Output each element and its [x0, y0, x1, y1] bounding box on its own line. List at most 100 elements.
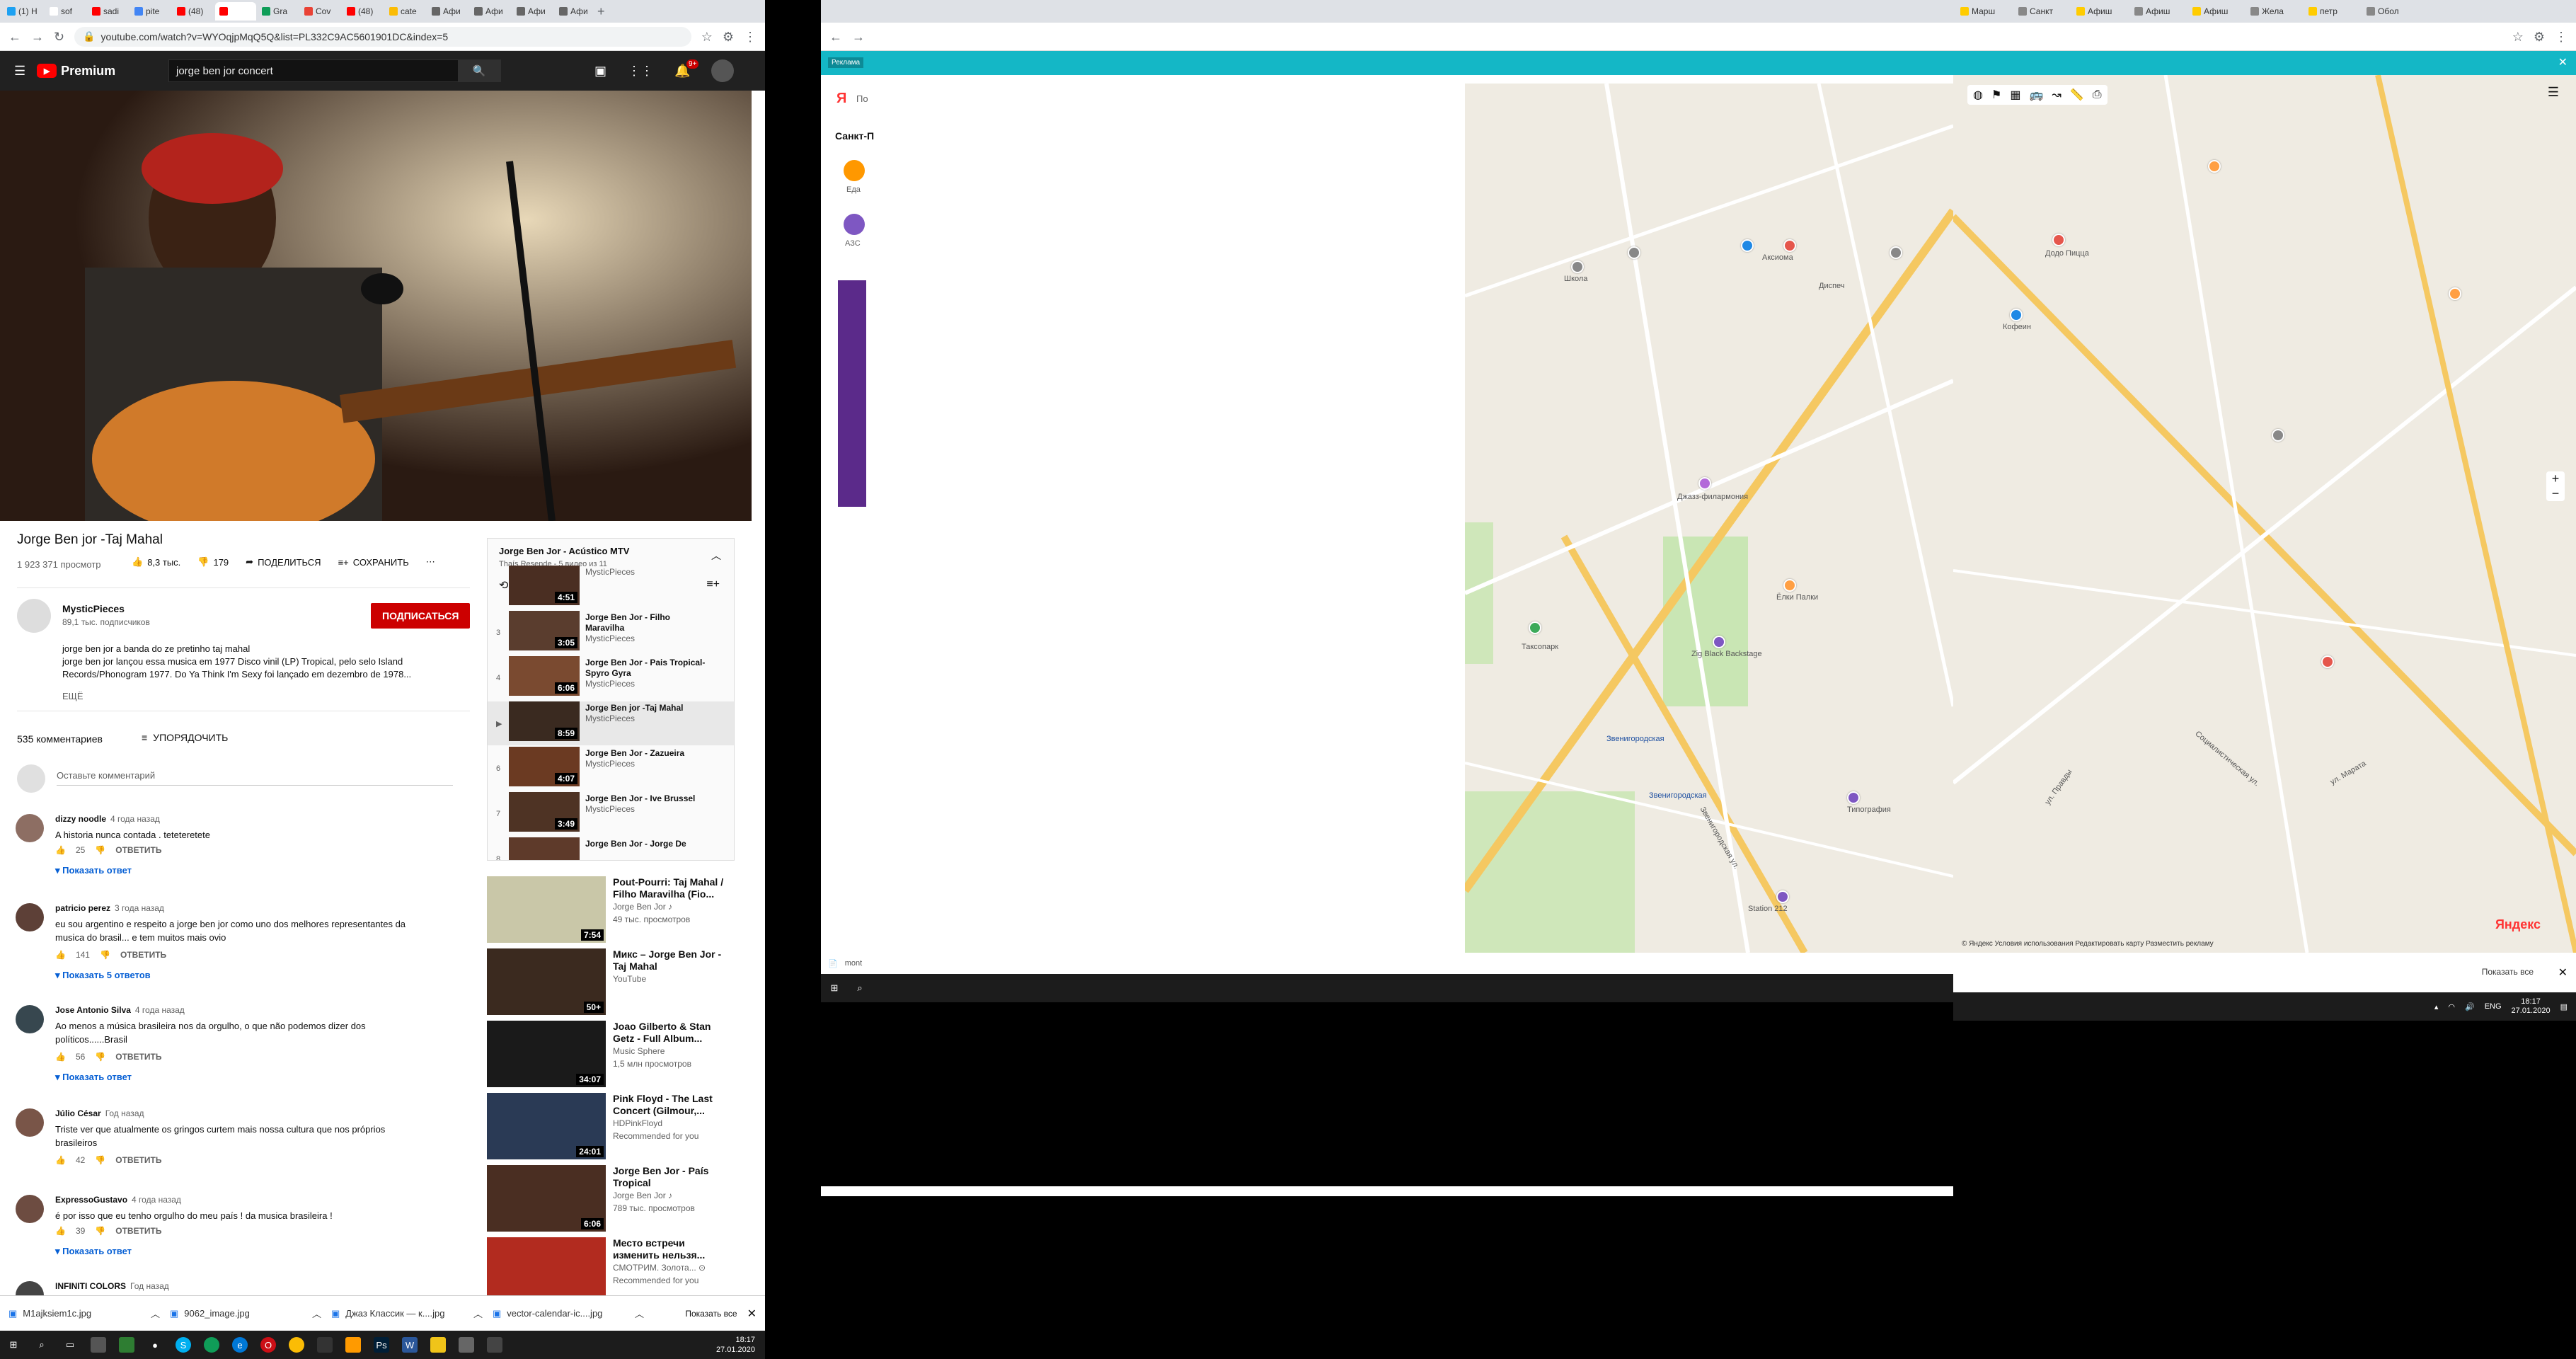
reply-button[interactable]: ОТВЕТИТЬ	[115, 1226, 161, 1236]
close-downloads-icon[interactable]: ✕	[2558, 965, 2568, 980]
app-icon[interactable]	[317, 1337, 333, 1353]
comment-author[interactable]: patricio perez	[55, 903, 110, 913]
browser-tab[interactable]: Санкт	[2014, 2, 2071, 21]
share-button[interactable]: ➦ ПОДЕЛИТЬСЯ	[246, 556, 321, 568]
search-input[interactable]: jorge ben jor concert 🔍	[168, 59, 501, 82]
poi-marker[interactable]	[1698, 477, 1711, 490]
download-item[interactable]: ▣ Джаз Классик — к....jpg ︿	[331, 1307, 483, 1320]
subscribe-button[interactable]: ПОДПИСАТЬСЯ	[371, 603, 471, 629]
browser-tab[interactable]: (48)	[343, 2, 384, 21]
photoshop-icon[interactable]: Ps	[374, 1337, 389, 1353]
commenter-avatar[interactable]	[16, 903, 44, 931]
browser-tab[interactable]: Афиш	[2188, 2, 2245, 21]
comment-author[interactable]: dizzy noodle	[55, 814, 106, 824]
chevron-up-icon[interactable]: ︿	[312, 1307, 321, 1320]
video-thumbnail[interactable]	[509, 837, 580, 860]
zoom-out-button[interactable]: −	[2546, 486, 2565, 501]
zoom-in-button[interactable]: +	[2546, 471, 2565, 486]
poi-marker[interactable]	[1776, 890, 1789, 903]
comment-time[interactable]: 3 года назад	[115, 903, 164, 913]
apps-grid-icon[interactable]: ⋮⋮	[628, 64, 653, 79]
show-all-downloads-button[interactable]: Показать все	[685, 1309, 737, 1319]
comment-author[interactable]: Júlio César	[55, 1108, 101, 1118]
search-taskbar-icon[interactable]: ⌕	[852, 980, 868, 996]
search-taskbar-icon[interactable]: ⌕	[34, 1337, 50, 1353]
back-icon[interactable]: ←	[829, 30, 842, 43]
thumbs-down-icon[interactable]: 👎	[95, 1155, 105, 1165]
app-icon[interactable]	[345, 1337, 361, 1353]
reload-icon[interactable]: ↻	[54, 30, 64, 43]
channel-name[interactable]: MysticPieces	[62, 603, 125, 614]
comment-time[interactable]: Год назад	[130, 1281, 169, 1291]
browser-tab[interactable]: петр	[2304, 2, 2361, 21]
thumbs-up-icon[interactable]: 👍	[55, 1155, 66, 1165]
app-icon[interactable]	[204, 1337, 219, 1353]
playlist-item[interactable]: 3 3:05 Jorge Ben Jor - Filho Maravilha Mysti…	[488, 611, 734, 655]
star-icon[interactable]: ☆	[2512, 30, 2524, 43]
browser-tab[interactable]: (1) H	[3, 2, 44, 21]
thumbs-down-icon[interactable]: 👎	[95, 845, 105, 855]
poi-marker[interactable]	[1628, 246, 1640, 259]
opera-icon[interactable]: O	[260, 1337, 276, 1353]
comment-author[interactable]: ExpressoGustavo	[55, 1195, 127, 1205]
system-clock[interactable]: 18:17 27.01.2020	[716, 1335, 755, 1355]
language-indicator[interactable]: ENG	[2485, 1002, 2502, 1011]
close-banner-icon[interactable]: ✕	[2558, 55, 2568, 69]
browser-tab[interactable]: (48)	[173, 2, 214, 21]
volume-icon[interactable]: 🔊	[2465, 1002, 2475, 1011]
yandex-map-logo[interactable]: Яндекс	[2495, 917, 2541, 932]
recommended-video[interactable]: 50+ Микс – Jorge Ben Jor - Taj Mahal YouTub…	[487, 948, 742, 1015]
poi-marker[interactable]	[2272, 429, 2284, 442]
system-clock[interactable]: 18:17 27.01.2020	[2512, 997, 2551, 1016]
playlist-item[interactable]: 6 4:07 Jorge Ben Jor - Zazueira MysticPiece…	[488, 747, 734, 791]
poi-marker[interactable]	[2321, 655, 2334, 668]
channel-avatar[interactable]	[17, 599, 51, 633]
commenter-avatar[interactable]	[16, 1005, 44, 1033]
download-item[interactable]: ▣ M1ajksiem1c.jpg ︿	[8, 1307, 160, 1320]
reply-button[interactable]: ОТВЕТИТЬ	[115, 1052, 161, 1062]
recommended-video[interactable]: 34:07 Joao Gilberto & Stan Getz - Full Alb…	[487, 1021, 742, 1087]
task-view-icon[interactable]: ▭	[62, 1337, 78, 1353]
playlist-item[interactable]: 8 Jorge Ben Jor - Jorge De	[488, 837, 734, 860]
video-thumbnail[interactable]: 4:07	[509, 747, 580, 786]
steam-icon[interactable]: ●	[147, 1337, 163, 1353]
gas-station-category-icon[interactable]	[844, 214, 865, 235]
reply-button[interactable]: ОТВЕТИТЬ	[115, 1155, 161, 1165]
video-thumbnail[interactable]: 8:59	[509, 701, 580, 741]
map-attribution[interactable]: © Яндекс Условия использования Редактиро…	[1962, 940, 2214, 948]
yandex-logo-icon[interactable]: Я	[836, 91, 846, 107]
poi-marker[interactable]	[1571, 260, 1584, 273]
video-thumbnail[interactable]: 7:54	[487, 876, 606, 943]
thumbs-down-icon[interactable]: 👎	[95, 1052, 105, 1062]
recommended-video[interactable]: Место встречи изменить нельзя... СМОТРИМ. …	[487, 1237, 742, 1304]
show-all-downloads-button[interactable]: Показать все	[2482, 967, 2534, 977]
map-canvas[interactable]: ул. Марата Социалистическая ул. ул. Прав…	[1950, 74, 2576, 953]
browser-tab[interactable]: cate	[385, 2, 426, 21]
youtube-logo[interactable]: ▶ Premium	[37, 64, 115, 79]
collapse-icon[interactable]: ︿	[711, 549, 721, 563]
browser-tab[interactable]: Gra	[258, 2, 299, 21]
browser-tab[interactable]: Афиш	[2072, 2, 2129, 21]
poi-marker[interactable]	[2052, 234, 2065, 246]
browser-tab[interactable]	[215, 2, 256, 21]
browser-tab[interactable]: Жела	[2246, 2, 2303, 21]
video-player[interactable]	[0, 91, 752, 521]
poi-marker[interactable]	[1529, 621, 1541, 634]
forward-icon[interactable]: →	[31, 30, 44, 43]
more-actions-icon[interactable]: ⋯	[426, 556, 435, 568]
browser-tab[interactable]: Афи	[555, 2, 596, 21]
playlist-item[interactable]: 4:51 MysticPieces	[488, 566, 734, 609]
extension-icon[interactable]: ⚙	[723, 30, 734, 43]
close-downloads-icon[interactable]: ✕	[747, 1307, 757, 1321]
ruler-icon[interactable]: 📏	[2070, 88, 2084, 102]
menu-dots-icon[interactable]: ⋮	[744, 30, 757, 43]
download-item[interactable]: ▣ 9062_image.jpg ︿	[170, 1307, 321, 1320]
chevron-up-icon[interactable]: ︿	[151, 1307, 160, 1320]
thumbs-up-icon[interactable]: 👍	[55, 845, 66, 855]
show-replies-button[interactable]: ▾ Показать ответ	[55, 1072, 132, 1083]
commenter-avatar[interactable]	[16, 1195, 44, 1223]
video-thumbnail[interactable]: 50+	[487, 948, 606, 1015]
poi-marker[interactable]	[1847, 791, 1860, 804]
poi-marker[interactable]	[1713, 636, 1725, 648]
comment-author[interactable]: INFINITI COLORS	[55, 1281, 126, 1291]
